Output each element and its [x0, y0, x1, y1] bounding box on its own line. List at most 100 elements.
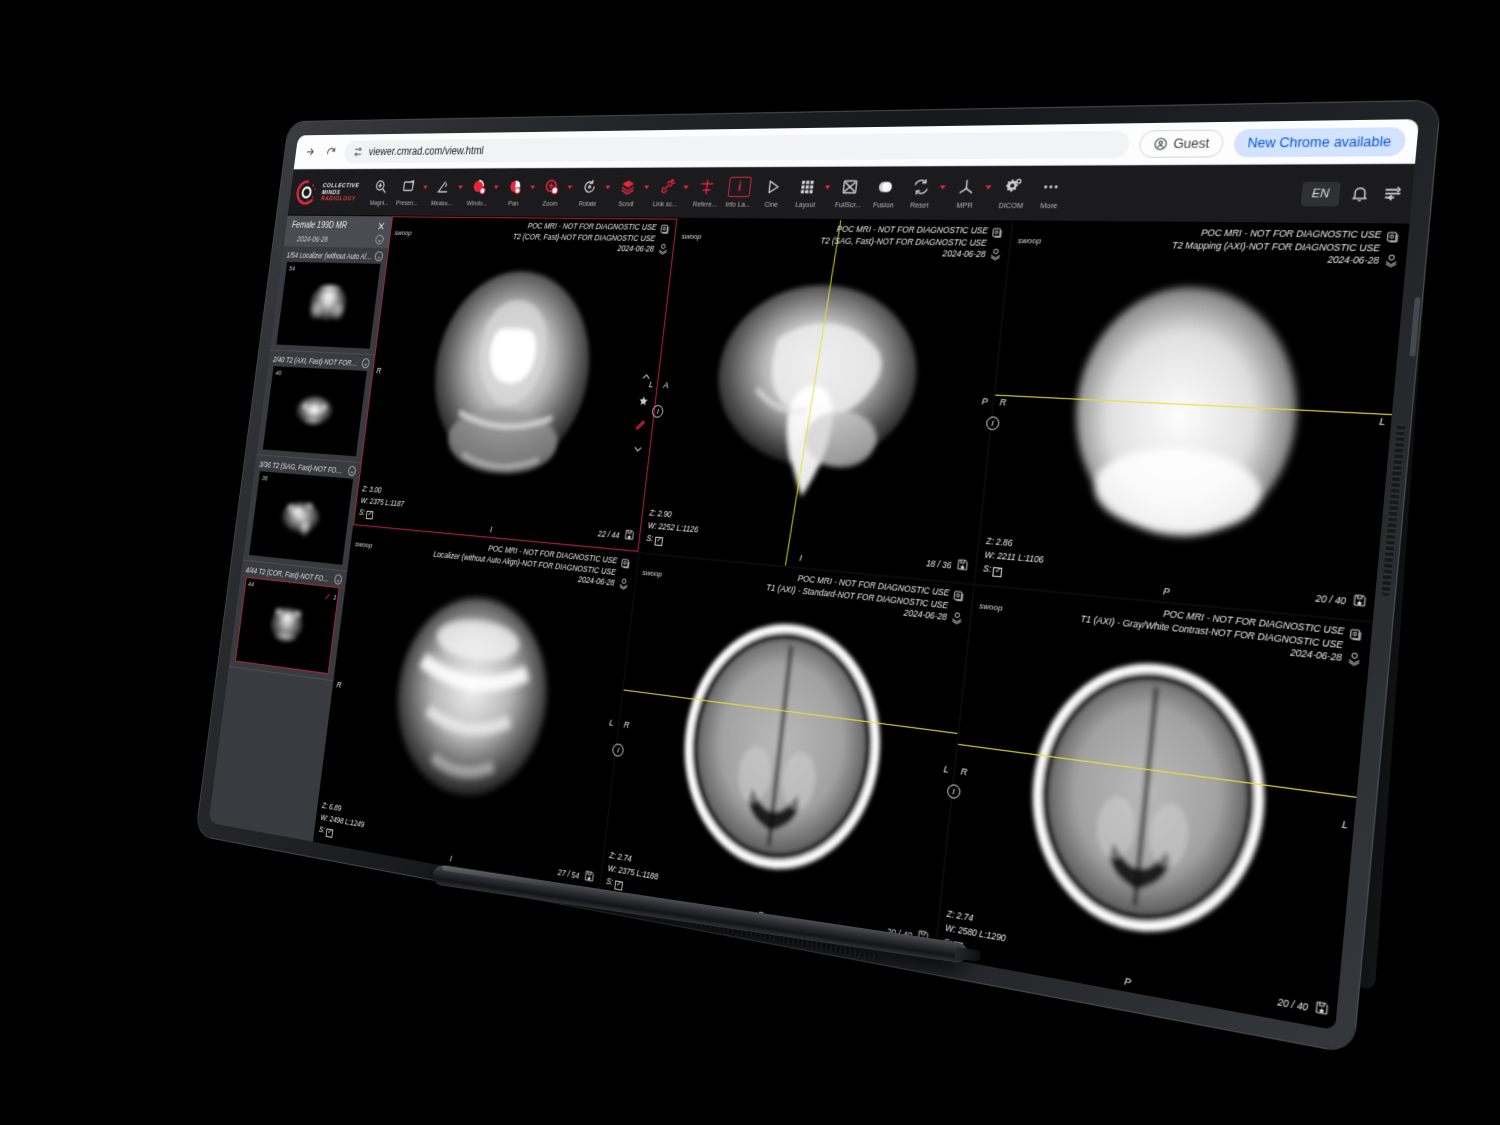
series-item[interactable]: 4/44 T2 (COR, Fast)-NOT FOR DI... ⌄ 44 1: [229, 561, 347, 682]
tool-windo[interactable]: Windo...: [462, 175, 495, 210]
info-icon[interactable]: ⌄: [334, 574, 343, 585]
chevron-down-icon[interactable]: [631, 442, 644, 458]
chrome-update-banner[interactable]: New Chrome available: [1233, 127, 1407, 157]
viewport-study-date: 2024-06-28: [1039, 250, 1379, 268]
chevron-down-icon[interactable]: [567, 186, 572, 190]
info-icon[interactable]: ⌄: [375, 235, 384, 245]
tool-mpr[interactable]: MPR: [945, 173, 986, 213]
series-item[interactable]: 2/40 T2 (AXI, Fast)-NOT FOR DIA... ⌄ 40: [256, 350, 374, 463]
tool-link-sc[interactable]: Link sc...: [648, 174, 684, 211]
viewport-head-icons: [1383, 229, 1402, 271]
tool-fusion[interactable]: Fusion: [865, 173, 905, 212]
profile-guest-button[interactable]: Guest: [1138, 129, 1225, 157]
sliders-icon[interactable]: [1378, 181, 1406, 206]
save-bookmark-icon[interactable]: [1351, 592, 1368, 611]
chevron-down-icon[interactable]: [458, 186, 463, 190]
viewport-3[interactable]: swoop POC MRI - NOT FOR DIAGNOSTIC USE T2 …: [976, 221, 1410, 621]
chevron-down-icon[interactable]: [683, 185, 689, 189]
close-icon[interactable]: ✕: [377, 221, 386, 233]
tool-zoom[interactable]: Zoom: [534, 174, 568, 210]
save-bookmark-icon[interactable]: [956, 557, 971, 574]
orientation-marker-right: P: [981, 396, 988, 407]
export-download-icon[interactable]: [950, 610, 965, 628]
site-settings-icon[interactable]: [352, 145, 364, 157]
save-bookmark-icon[interactable]: [1313, 999, 1330, 1020]
export-download-icon[interactable]: [989, 247, 1004, 264]
chevron-down-icon[interactable]: [605, 186, 610, 190]
series-thumbnail-wrap[interactable]: 40: [257, 366, 373, 462]
series-item[interactable]: 3/36 T2 (SAG, Fast)-NOT FOR DIA... ⌄ 36: [243, 455, 361, 572]
reload-icon[interactable]: [323, 143, 339, 160]
tool-label: Refere...: [692, 200, 717, 209]
chevron-down-icon[interactable]: [493, 186, 498, 190]
orientation-marker-left: R: [336, 679, 342, 689]
tool-scroll[interactable]: Scroll: [610, 174, 646, 211]
viewport-header: swoop POC MRI - NOT FOR DIAGNOSTIC USE T2 …: [1009, 221, 1409, 274]
app-body: Female 199D MR ✕ 2024-06-28 ⌄ 1/54 Local…: [209, 216, 1410, 1031]
tool-rotate[interactable]: Rotate: [572, 174, 607, 210]
tool-presen[interactable]: Presen...: [392, 175, 424, 210]
tool-measu[interactable]: Measu...: [427, 175, 460, 210]
tool-refere[interactable]: Refere...: [688, 174, 725, 211]
export-download-icon[interactable]: [1346, 650, 1363, 670]
chevron-down-icon[interactable]: [939, 185, 945, 189]
tool-layout[interactable]: Layout: [787, 174, 826, 212]
stack-images-icon[interactable]: [1385, 230, 1402, 248]
chevron-down-icon[interactable]: [530, 186, 535, 190]
viewport-4[interactable]: swoop POC MRI - NOT FOR DIAGNOSTIC USE Loc…: [313, 527, 638, 895]
tool-pan[interactable]: Pan: [498, 175, 532, 211]
series-thumbnail-wrap[interactable]: 44 1: [229, 576, 345, 680]
language-button[interactable]: EN: [1300, 181, 1340, 205]
orientation-marker-left: R: [623, 719, 630, 730]
tool-label: Magni...: [369, 199, 389, 207]
chevron-down-icon[interactable]: [985, 185, 991, 189]
tool-info-la[interactable]: Info La...: [720, 174, 757, 212]
annotate-pencil-icon[interactable]: [634, 418, 647, 434]
forward-arrow-icon[interactable]: [302, 143, 318, 160]
info-icon[interactable]: ⌄: [361, 358, 370, 368]
address-bar[interactable]: viewer.cmrad.com/view.html: [343, 130, 1130, 163]
slice-count-text: 20 / 40: [1315, 592, 1346, 606]
export-download-icon[interactable]: [1383, 253, 1400, 271]
orientation-marker-bottom: P: [1162, 586, 1170, 598]
viewport-divider-marker-2[interactable]: I: [985, 416, 999, 430]
tool-label: Pan: [508, 199, 519, 207]
tool-cine[interactable]: Cine: [754, 174, 792, 212]
viewport-header-text: POC MRI - NOT FOR DIAGNOSTIC USE T2 Mappi…: [1039, 226, 1387, 268]
chevron-down-icon[interactable]: [423, 186, 428, 190]
series-thumbnail[interactable]: 36: [249, 471, 353, 565]
slice-count-text: 22 / 44: [597, 528, 620, 540]
viewport-title-line1: POC MRI - NOT FOR DIAGNOSTIC USE: [1003, 593, 1345, 639]
scroll-sync-checkbox[interactable]: ✓: [993, 567, 1003, 577]
series-thumbnail[interactable]: 54: [276, 262, 380, 349]
pan-icon: [507, 177, 524, 196]
brand-wordmark: COLLECTIVE MINDS RADIOLOGY: [321, 182, 360, 202]
scroll-sync-label: S:: [983, 563, 992, 574]
tool-reset[interactable]: Reset: [900, 173, 940, 212]
chevron-up-icon[interactable]: [640, 370, 653, 386]
tool-label: Rotate: [578, 199, 597, 207]
tool-dicom[interactable]: DICOM: [991, 173, 1033, 213]
info-icon[interactable]: ⌄: [375, 251, 384, 261]
viewport-2[interactable]: swoop POC MRI - NOT FOR DIAGNOSTIC USE T2 …: [640, 219, 1012, 584]
tool-label: Zoom: [542, 199, 558, 207]
tool-fullscr[interactable]: FullScr...: [830, 174, 869, 213]
slice-count-text: 18 / 36: [926, 557, 952, 570]
viewport-title-line2: T1 (AXI) - Gray/White Contrast-NOT FOR D…: [1002, 605, 1344, 652]
viewport-1[interactable]: swoop POC MRI - NOT FOR DIAGNOSTIC USE T2 …: [353, 216, 677, 551]
chevron-down-icon[interactable]: [643, 186, 648, 190]
series-thumbnail-wrap[interactable]: 54: [270, 262, 386, 355]
star-icon[interactable]: [637, 394, 650, 410]
stack-images-icon[interactable]: [1348, 627, 1365, 647]
series-item[interactable]: 1/54 Localizer (without Auto Alig... ⌄ 54: [270, 246, 388, 355]
orientation-marker-left: R: [376, 366, 382, 375]
stack-images-icon[interactable]: [952, 589, 967, 607]
info-icon[interactable]: ⌄: [348, 466, 356, 476]
viewport-divider-marker-4[interactable]: I: [946, 784, 961, 800]
stack-images-icon[interactable]: [991, 226, 1006, 243]
tool-more[interactable]: More: [1029, 173, 1072, 214]
notification-bell-icon[interactable]: [1345, 181, 1373, 206]
series-thumbnail[interactable]: 40: [263, 366, 367, 456]
save-bookmark-icon[interactable]: [623, 528, 636, 543]
series-thumbnail-wrap[interactable]: 36: [243, 471, 359, 571]
